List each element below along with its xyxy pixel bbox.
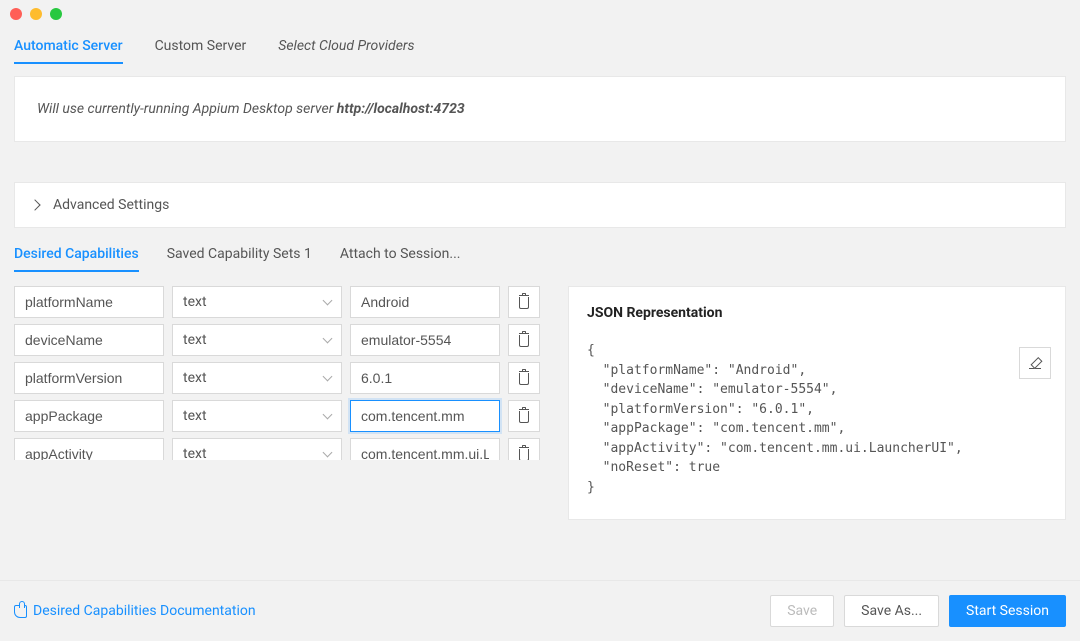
edit-json-button[interactable] <box>1019 347 1051 379</box>
tab-cloud-providers[interactable]: Select Cloud Providers <box>278 38 414 64</box>
capability-type-select[interactable]: text <box>172 362 342 394</box>
capability-type-label: text <box>183 294 207 310</box>
advanced-settings-toggle[interactable]: Advanced Settings <box>14 182 1066 228</box>
capability-row: text <box>14 324 552 356</box>
capability-type-select[interactable]: text <box>172 438 342 460</box>
capability-row: text <box>14 438 552 460</box>
capability-type-select[interactable]: text <box>172 286 342 318</box>
delete-capability-button[interactable] <box>508 400 540 432</box>
server-url: http://localhost:4723 <box>337 101 465 117</box>
json-title: JSON Representation <box>587 305 1047 321</box>
window-titlebar <box>0 0 1080 28</box>
chevron-right-icon <box>29 199 40 210</box>
json-body: { "platformName": "Android", "deviceName… <box>587 341 1047 497</box>
tab-saved-sets[interactable]: Saved Capability Sets 1 <box>167 246 312 272</box>
capability-row: text <box>14 400 552 432</box>
capability-row: text <box>14 362 552 394</box>
delete-capability-button[interactable] <box>508 438 540 460</box>
capability-name-input[interactable] <box>14 286 164 318</box>
trash-icon <box>518 447 530 460</box>
window-close-button[interactable] <box>10 8 22 20</box>
capability-type-label: text <box>183 370 207 386</box>
tab-desired-capabilities[interactable]: Desired Capabilities <box>14 246 139 272</box>
capability-type-label: text <box>183 332 207 348</box>
capability-name-input[interactable] <box>14 400 164 432</box>
chevron-down-icon <box>323 372 333 382</box>
capabilities-editor: text text text text text <box>14 286 552 520</box>
capability-type-select[interactable]: text <box>172 324 342 356</box>
capability-type-select[interactable]: text <box>172 400 342 432</box>
delete-capability-button[interactable] <box>508 362 540 394</box>
chevron-down-icon <box>323 448 333 458</box>
tab-automatic-server[interactable]: Automatic Server <box>14 38 123 64</box>
window-minimize-button[interactable] <box>30 8 42 20</box>
pencil-icon <box>1029 357 1041 369</box>
trash-icon <box>518 333 530 347</box>
thumbs-up-icon <box>14 605 27 618</box>
capability-row: text <box>14 286 552 318</box>
server-tabs: Automatic Server Custom Server Select Cl… <box>0 28 1080 64</box>
capability-value-input[interactable] <box>350 324 500 356</box>
chevron-down-icon <box>323 296 333 306</box>
trash-icon <box>518 295 530 309</box>
window-maximize-button[interactable] <box>50 8 62 20</box>
save-as-button[interactable]: Save As... <box>844 595 939 627</box>
capability-type-label: text <box>183 408 207 424</box>
server-info-box: Will use currently-running Appium Deskto… <box>14 76 1066 142</box>
capability-tabs: Desired Capabilities Saved Capability Se… <box>0 228 1080 272</box>
capability-value-input[interactable] <box>350 438 500 460</box>
footer-bar: Desired Capabilities Documentation Save … <box>0 580 1080 641</box>
trash-icon <box>518 409 530 423</box>
capability-value-input[interactable] <box>350 400 500 432</box>
capability-value-input[interactable] <box>350 362 500 394</box>
advanced-settings-label: Advanced Settings <box>53 197 169 213</box>
tab-attach-session[interactable]: Attach to Session... <box>340 246 461 272</box>
save-button[interactable]: Save <box>770 595 834 627</box>
server-info-text: Will use currently-running Appium Deskto… <box>37 101 337 117</box>
chevron-down-icon <box>323 334 333 344</box>
delete-capability-button[interactable] <box>508 324 540 356</box>
capability-name-input[interactable] <box>14 362 164 394</box>
doc-link-label: Desired Capabilities Documentation <box>33 603 256 619</box>
trash-icon <box>518 371 530 385</box>
capability-type-label: text <box>183 446 207 460</box>
capability-name-input[interactable] <box>14 324 164 356</box>
tab-custom-server[interactable]: Custom Server <box>155 38 247 64</box>
chevron-down-icon <box>323 410 333 420</box>
capability-value-input[interactable] <box>350 286 500 318</box>
start-session-button[interactable]: Start Session <box>949 595 1066 627</box>
delete-capability-button[interactable] <box>508 286 540 318</box>
doc-link[interactable]: Desired Capabilities Documentation <box>14 603 256 619</box>
json-representation-panel: JSON Representation { "platformName": "A… <box>568 286 1066 520</box>
capability-name-input[interactable] <box>14 438 164 460</box>
